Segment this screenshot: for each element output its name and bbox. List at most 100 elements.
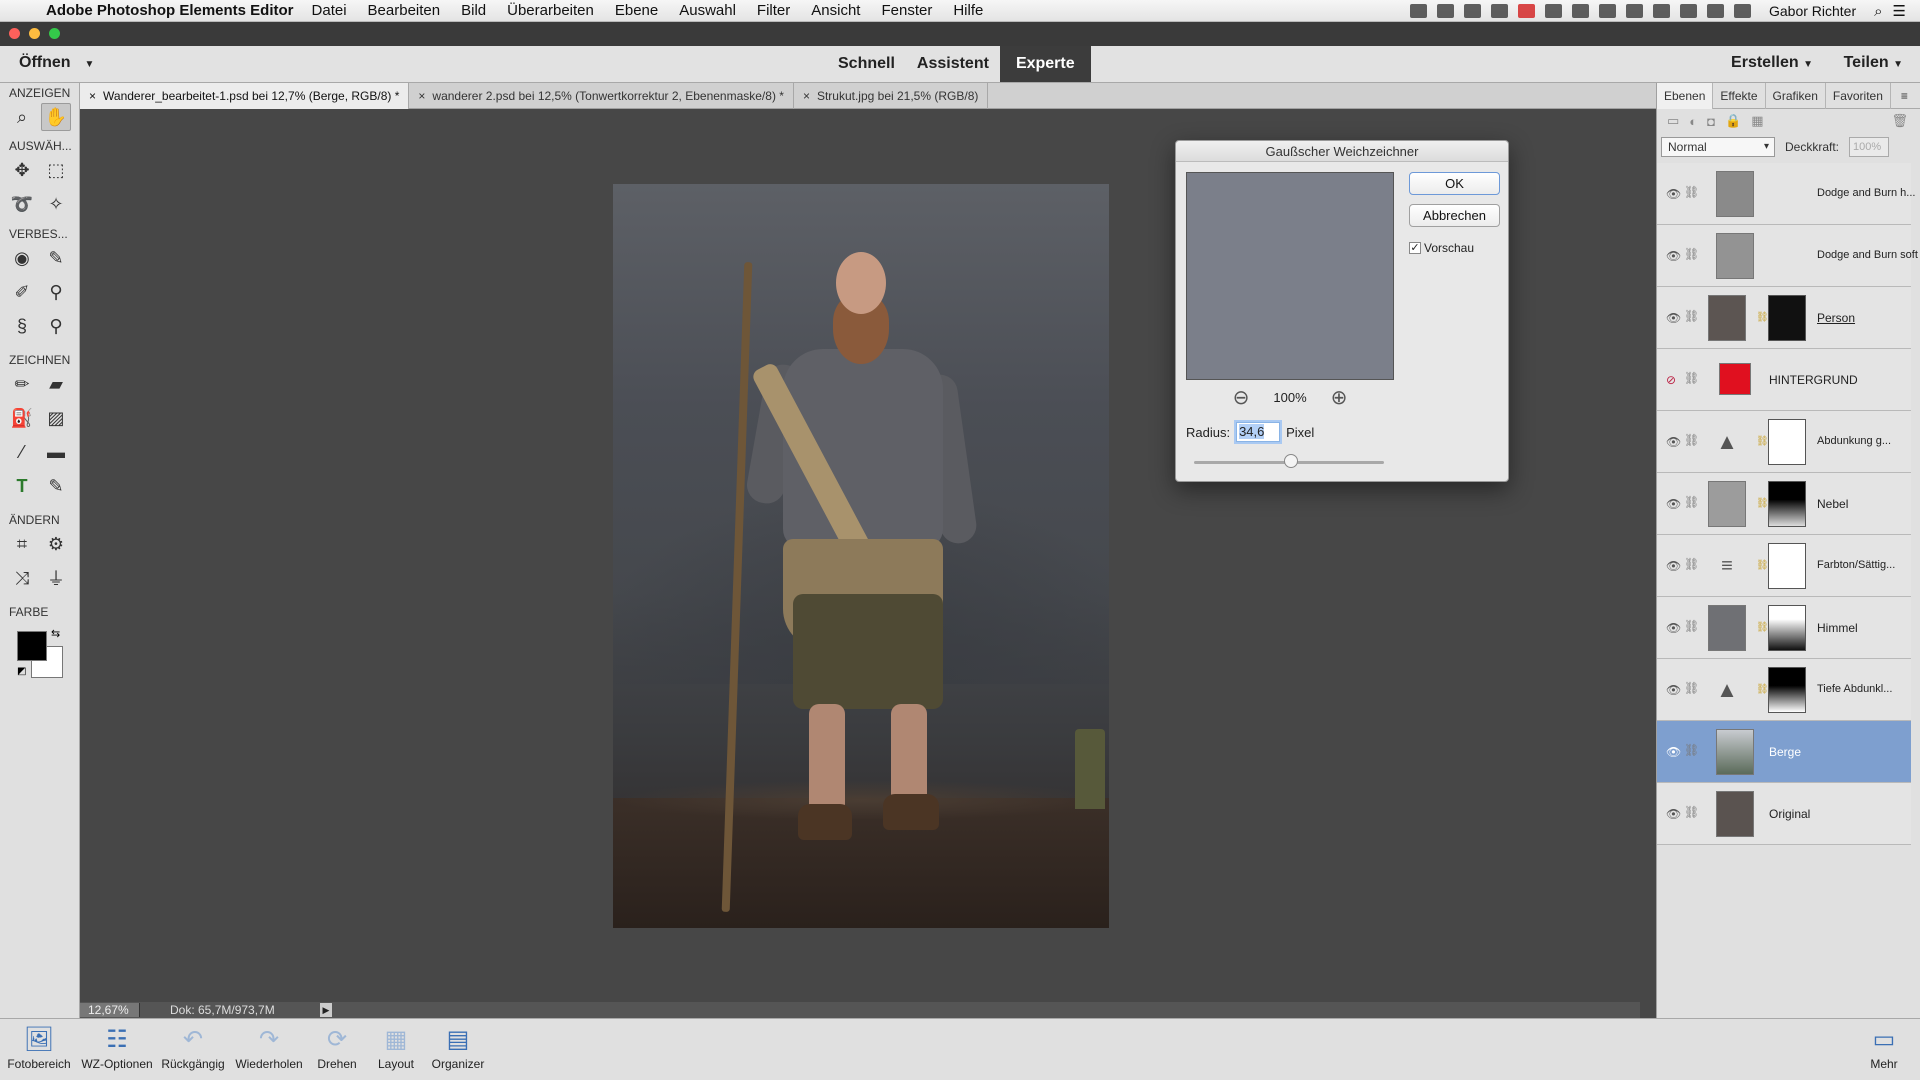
- lock-icon[interactable]: 🔒: [1725, 113, 1741, 129]
- cloud-icon[interactable]: [1463, 4, 1481, 18]
- menu-datei[interactable]: Datei: [312, 2, 347, 19]
- brush-tool-icon[interactable]: ✏: [7, 370, 37, 398]
- eye-icon[interactable]: 👁: [1666, 807, 1681, 821]
- link-icon[interactable]: ⛓: [1684, 805, 1699, 819]
- marquee-tool-icon[interactable]: ⬚: [41, 156, 71, 184]
- adjustment-layer-icon[interactable]: ◐: [1689, 114, 1697, 129]
- blur-preview[interactable]: [1186, 172, 1394, 380]
- zoom-tool-icon[interactable]: ⌕: [7, 103, 37, 131]
- layer-row[interactable]: 👁 ⛓ Original: [1657, 783, 1911, 845]
- doc-tab[interactable]: × Wanderer_bearbeitet-1.psd bei 12,7% (Be…: [80, 83, 410, 109]
- layer-mask-thumbnail[interactable]: [1768, 295, 1806, 341]
- crop-tool-icon[interactable]: ⌗: [7, 530, 37, 558]
- mask-link-icon[interactable]: ⛓: [1756, 622, 1769, 633]
- zoom-out-icon[interactable]: ⊖: [1233, 385, 1250, 410]
- lasso-tool-icon[interactable]: ➰: [7, 190, 37, 218]
- doc-tab[interactable]: × wanderer 2.psd bei 12,5% (Tonwertkorrek…: [409, 83, 794, 109]
- paint-bucket-icon[interactable]: ⛽: [7, 404, 37, 432]
- screen-icon[interactable]: [1436, 4, 1454, 18]
- panel-menu-icon[interactable]: ≡: [1901, 89, 1908, 103]
- tab-grafiken[interactable]: Grafiken: [1766, 82, 1826, 109]
- lock-transparency-icon[interactable]: ▦: [1751, 113, 1763, 129]
- redo-button[interactable]: ↷ Wiederholen: [232, 1023, 306, 1071]
- mode-schnell[interactable]: Schnell: [827, 46, 906, 82]
- layer-row[interactable]: 👁 ⛓ ⛓ Nebel: [1657, 473, 1911, 535]
- layout-button[interactable]: ▦ Layout: [370, 1023, 422, 1071]
- layer-row[interactable]: 👁 ⛓ Dodge and Burn soft: [1657, 225, 1918, 287]
- eye-hidden-icon[interactable]: ⊘: [1666, 373, 1676, 387]
- mask-link-icon[interactable]: ⛓: [1756, 684, 1769, 695]
- record-icon[interactable]: [1409, 4, 1427, 18]
- link-icon[interactable]: ⛓: [1684, 185, 1699, 199]
- menu-fenster[interactable]: Fenster: [881, 2, 932, 19]
- eye-icon[interactable]: 👁: [1666, 621, 1681, 635]
- create-button[interactable]: Erstellen ▼: [1731, 54, 1813, 72]
- wanderer-photo[interactable]: [613, 184, 1109, 928]
- eject-icon[interactable]: [1706, 4, 1724, 18]
- battery-icon[interactable]: [1598, 4, 1616, 18]
- mask-link-icon[interactable]: ⛓: [1756, 312, 1769, 323]
- smart-brush-icon[interactable]: ✐: [7, 278, 37, 306]
- layer-row[interactable]: 👁 ⛓ ≡ ⛓ Farbton/Sättig...: [1657, 535, 1911, 597]
- eyedropper-icon[interactable]: ⁄: [7, 438, 37, 466]
- layer-mask-thumbnail[interactable]: [1768, 605, 1806, 651]
- tab-favoriten[interactable]: Favoriten: [1826, 82, 1891, 109]
- layer-mask-thumbnail[interactable]: [1768, 481, 1806, 527]
- menu-ueberarbeiten[interactable]: Überarbeiten: [507, 2, 594, 19]
- organizer-button[interactable]: ▤ Organizer: [426, 1023, 490, 1071]
- eraser-tool-icon[interactable]: ▰: [41, 370, 71, 398]
- adobe-icon[interactable]: [1517, 4, 1535, 18]
- link-icon[interactable]: ⛓: [1684, 433, 1699, 447]
- link-icon[interactable]: ⛓: [1684, 619, 1699, 633]
- new-layer-icon[interactable]: ▭: [1667, 113, 1679, 129]
- radius-input[interactable]: 34,6: [1236, 422, 1281, 442]
- mask-link-icon[interactable]: ⛓: [1756, 560, 1769, 571]
- red-eye-tool-icon[interactable]: ◉: [7, 244, 37, 272]
- zoom-window-button[interactable]: [49, 28, 60, 39]
- layer-row[interactable]: 👁 ⛓ ⛓ Person: [1657, 287, 1911, 349]
- straighten-tool-icon[interactable]: ⏚: [41, 564, 71, 592]
- layer-row[interactable]: 👁 ⛓ ▲ ⛓ Tiefe Abdunkl...: [1657, 659, 1911, 721]
- tab-ebenen[interactable]: Ebenen: [1657, 82, 1714, 109]
- tool-options-button[interactable]: ☷ WZ-Optionen: [78, 1023, 156, 1071]
- menu-hilfe[interactable]: Hilfe: [953, 2, 983, 19]
- eye-icon[interactable]: 👁: [1666, 249, 1681, 263]
- spotlight-icon[interactable]: ⌕: [1874, 3, 1882, 20]
- photo-bin-button[interactable]: 🖼 Fotobereich: [4, 1023, 74, 1071]
- user-name[interactable]: Gabor Richter: [1769, 3, 1856, 19]
- blur-tool-icon[interactable]: §: [7, 312, 37, 340]
- trash-icon[interactable]: 🗑: [1891, 113, 1908, 129]
- blend-mode-select[interactable]: Normal: [1661, 137, 1775, 157]
- app-menu[interactable]: Adobe Photoshop Elements Editor: [46, 2, 294, 19]
- link-icon[interactable]: ⛓: [1684, 247, 1699, 261]
- open-button[interactable]: Öffnen ▼: [19, 54, 94, 72]
- layer-mask-thumbnail[interactable]: [1768, 543, 1806, 589]
- clone-stamp-icon[interactable]: ⚲: [41, 278, 71, 306]
- doc-tab[interactable]: × Strukut.jpg bei 21,5% (RGB/8): [794, 83, 989, 109]
- shape-tool-icon[interactable]: ▬: [41, 438, 71, 466]
- eye-icon[interactable]: 👁: [1666, 311, 1681, 325]
- checkmark-icon[interactable]: ✓: [1409, 242, 1421, 254]
- mode-assistent[interactable]: Assistent: [906, 46, 1000, 82]
- minimize-window-button[interactable]: [29, 28, 40, 39]
- link-icon[interactable]: ⛓: [1684, 681, 1699, 695]
- opacity-field[interactable]: 100%: [1849, 137, 1890, 157]
- eye-icon[interactable]: 👁: [1666, 559, 1681, 573]
- eye-icon[interactable]: 👁: [1666, 745, 1681, 759]
- more-button[interactable]: ▭ Mehr: [1858, 1023, 1910, 1071]
- ok-button[interactable]: OK: [1409, 172, 1500, 195]
- foreground-color-swatch[interactable]: [17, 631, 47, 661]
- rotate-button[interactable]: ⟳ Drehen: [310, 1023, 364, 1071]
- mask-link-icon[interactable]: ⛓: [1756, 498, 1769, 509]
- radius-slider-handle[interactable]: [1284, 454, 1298, 468]
- link-icon[interactable]: ⛓: [1684, 495, 1699, 509]
- evernote-icon[interactable]: [1490, 4, 1508, 18]
- default-colors-icon[interactable]: ◩: [17, 666, 26, 677]
- content-aware-move-icon[interactable]: ⤨: [7, 564, 37, 592]
- time-machine-icon[interactable]: [1625, 4, 1643, 18]
- zoom-level-field[interactable]: 12,67%: [80, 1003, 140, 1017]
- menu-ebene[interactable]: Ebene: [615, 2, 658, 19]
- tab-effekte[interactable]: Effekte: [1713, 82, 1766, 109]
- eye-icon[interactable]: 👁: [1666, 683, 1681, 697]
- menu-bild[interactable]: Bild: [461, 2, 486, 19]
